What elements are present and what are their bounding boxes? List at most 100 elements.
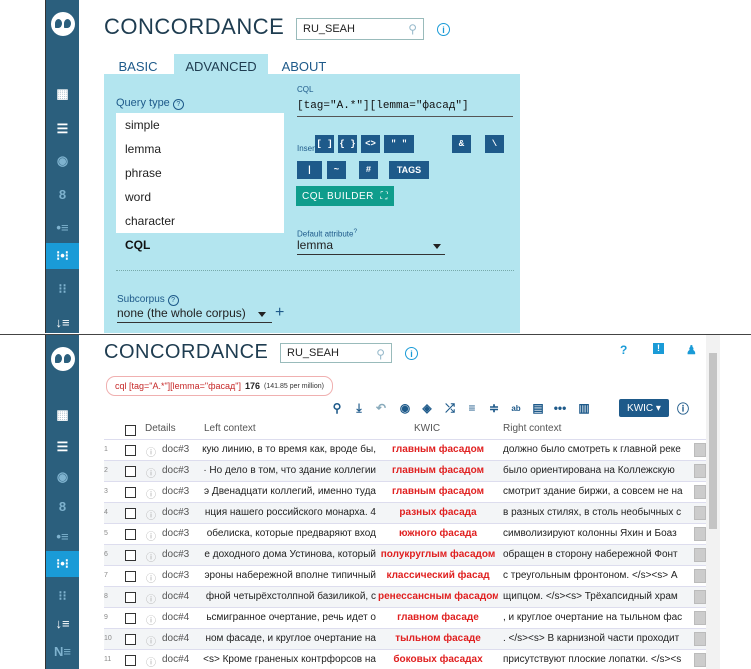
row-checkbox[interactable]	[125, 613, 136, 624]
wordlist-icon[interactable]: •≡	[46, 525, 79, 547]
list-icon[interactable]: ☰	[46, 436, 79, 458]
info-icon[interactable]: ⓘ	[146, 528, 158, 543]
copy-icon[interactable]	[694, 653, 706, 667]
kwic-match[interactable]: главном фасаде	[378, 612, 498, 623]
link-icon[interactable]: 8	[46, 183, 79, 205]
query-type-simple[interactable]: simple	[116, 113, 284, 137]
doc-link[interactable]: doc#3	[162, 507, 202, 518]
sort-icon[interactable]: ≡	[465, 399, 479, 417]
search-icon[interactable]: ⚲	[376, 347, 385, 361]
doc-link[interactable]: doc#3	[162, 549, 202, 560]
kwic-match[interactable]: главным фасадом	[378, 486, 498, 497]
kwic-match[interactable]: полукруглым фасадом	[378, 549, 498, 560]
info-icon[interactable]: i	[437, 23, 450, 36]
doc-link[interactable]: doc#3	[162, 444, 202, 455]
doc-link[interactable]: doc#4	[162, 612, 202, 623]
download-icon[interactable]: ⤓	[352, 399, 366, 417]
row-checkbox[interactable]	[125, 592, 136, 603]
wordlist-icon[interactable]: •≡	[46, 216, 79, 238]
subcorpus-select[interactable]: none (the whole corpus)	[117, 306, 272, 323]
query-type-phrase[interactable]: phrase	[116, 161, 284, 185]
kwic-match[interactable]: тыльном фасаде	[378, 633, 498, 644]
feedback-icon[interactable]: !	[653, 343, 664, 354]
sort-icon[interactable]: ↓≡	[46, 311, 79, 333]
info-icon[interactable]: i	[405, 347, 418, 360]
insert-quotes-button[interactable]: " "	[384, 135, 414, 153]
info-icon[interactable]: ⓘ	[146, 633, 158, 648]
help-icon[interactable]: ?	[620, 343, 627, 357]
scrollbar[interactable]	[706, 335, 720, 669]
info-icon[interactable]: ⓘ	[146, 591, 158, 606]
tags-button[interactable]: TAGS	[389, 161, 429, 179]
add-subcorpus-icon[interactable]: +	[275, 304, 284, 322]
row-checkbox[interactable]	[125, 655, 136, 666]
corpus-selector[interactable]: RU_SEAH ⚲	[296, 18, 424, 40]
insert-hash-button[interactable]: #	[359, 161, 378, 179]
sketch-engine-logo-icon[interactable]	[51, 347, 75, 371]
row-checkbox[interactable]	[125, 571, 136, 582]
insert-backslash-button[interactable]: \	[485, 135, 504, 153]
info-icon[interactable]: ⓘ	[146, 486, 158, 501]
info-icon[interactable]: ⓘ	[146, 444, 158, 459]
copy-icon[interactable]	[694, 569, 706, 583]
kwic-match[interactable]: главным фасадом	[378, 444, 498, 455]
concordance-icon[interactable]: ⁝•⁝	[46, 551, 79, 577]
doc-icon[interactable]: ▤	[531, 399, 545, 417]
parallel-icon[interactable]: ⁝⁝	[46, 585, 79, 607]
corpus-selector[interactable]: RU_SEAH ⚲	[280, 343, 392, 363]
query-type-character[interactable]: character	[116, 209, 284, 233]
undo-icon[interactable]: ↶	[374, 399, 388, 417]
list-icon[interactable]: ☰	[46, 118, 79, 140]
tag-icon[interactable]: ◈	[420, 399, 434, 417]
row-checkbox[interactable]	[125, 508, 136, 519]
doc-link[interactable]: doc#4	[162, 654, 202, 665]
user-icon[interactable]: ♟	[686, 343, 697, 357]
copy-icon[interactable]	[694, 443, 706, 457]
parallel-icon[interactable]: ⁝⁝	[46, 278, 79, 300]
insert-angle-button[interactable]: <>	[361, 135, 380, 153]
info-icon[interactable]: ⓘ	[146, 612, 158, 627]
copy-icon[interactable]	[694, 632, 706, 646]
kwic-match[interactable]: южного фасада	[378, 528, 498, 539]
link-icon[interactable]: 8	[46, 495, 79, 517]
select-all-checkbox[interactable]	[125, 425, 136, 436]
copy-icon[interactable]	[694, 527, 706, 541]
shuffle-icon[interactable]: ⤮	[443, 399, 457, 417]
scrollbar-thumb[interactable]	[709, 353, 717, 529]
default-attribute-select[interactable]: lemma	[297, 238, 445, 255]
kwic-match[interactable]: классический фасад	[378, 570, 498, 581]
doc-link[interactable]: doc#3	[162, 486, 202, 497]
doc-link[interactable]: doc#4	[162, 591, 202, 602]
row-checkbox[interactable]	[125, 487, 136, 498]
copy-icon[interactable]	[694, 506, 706, 520]
concordance-icon[interactable]: ⁝•⁝	[46, 243, 79, 269]
query-type-cql[interactable]: CQL	[116, 233, 284, 257]
ngram-icon[interactable]: N≡	[46, 640, 79, 662]
info-icon[interactable]: ⓘ	[676, 399, 690, 417]
search-icon[interactable]: ⚲	[330, 399, 344, 417]
info-icon[interactable]: ⓘ	[146, 507, 158, 522]
dashboard-icon[interactable]: ▦	[46, 404, 79, 426]
copy-icon[interactable]	[694, 548, 706, 562]
dashboard-icon[interactable]: ▦	[46, 83, 79, 105]
doc-link[interactable]: doc#3	[162, 570, 202, 581]
circle-icon[interactable]: ◉	[46, 466, 79, 488]
doc-link[interactable]: doc#3	[162, 465, 202, 476]
view-mode-button[interactable]: KWIC ▾	[619, 399, 669, 417]
doc-link[interactable]: doc#4	[162, 633, 202, 644]
insert-braces-button[interactable]: { }	[338, 135, 357, 153]
kwic-match[interactable]: боковых фасадах	[378, 654, 498, 665]
insert-and-button[interactable]: &	[452, 135, 471, 153]
row-checkbox[interactable]	[125, 445, 136, 456]
info-icon[interactable]: ⓘ	[146, 465, 158, 480]
query-type-word[interactable]: word	[116, 185, 284, 209]
sort-icon[interactable]: ↓≡	[46, 612, 79, 634]
info-icon[interactable]: ⓘ	[146, 654, 158, 669]
copy-icon[interactable]	[694, 485, 706, 499]
query-type-lemma[interactable]: lemma	[116, 137, 284, 161]
sketch-engine-logo-icon[interactable]	[51, 12, 75, 36]
view-icon[interactable]: ◉	[398, 399, 412, 417]
row-checkbox[interactable]	[125, 634, 136, 645]
copy-icon[interactable]	[694, 590, 706, 604]
row-checkbox[interactable]	[125, 466, 136, 477]
